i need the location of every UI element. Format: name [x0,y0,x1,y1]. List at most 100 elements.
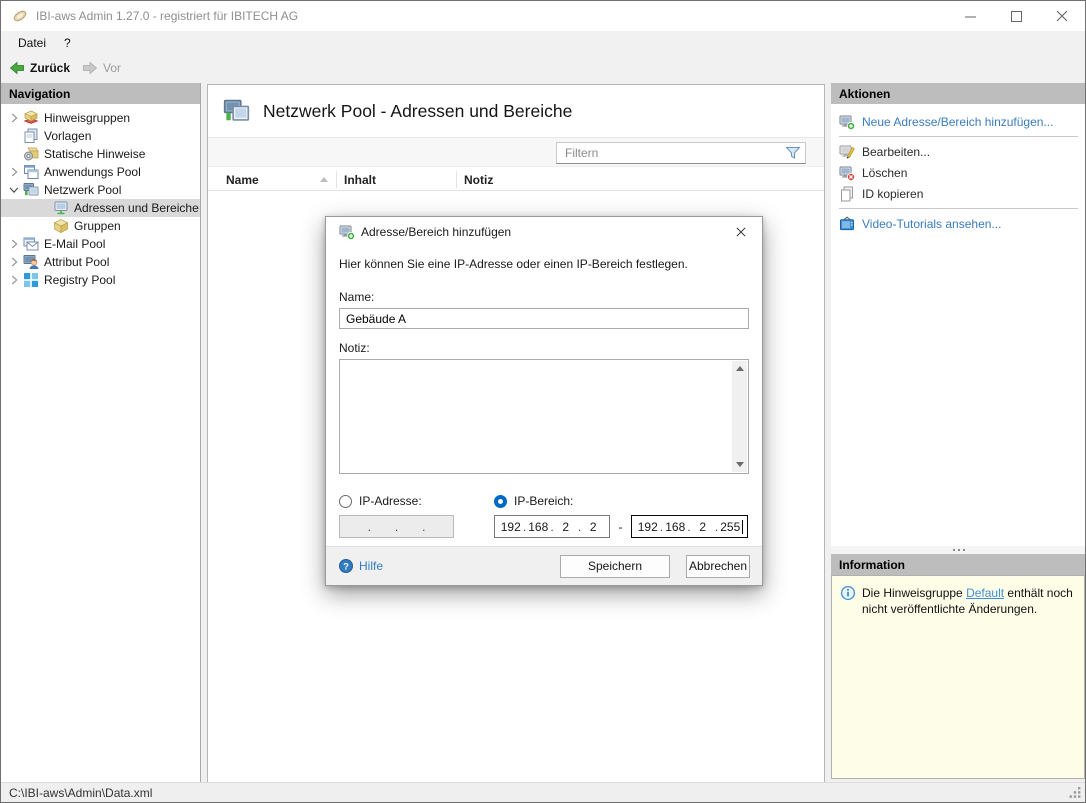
text-caret [742,519,743,534]
resize-grip[interactable] [1069,786,1082,799]
network-pool-icon [23,182,39,198]
nav-item-anwendungs-pool[interactable]: Anwendungs Pool [1,163,200,181]
information-header: Information [831,554,1085,575]
action-add-address[interactable]: Neue Adresse/Bereich hinzufügen... [831,111,1085,132]
window-title: IBI-aws Admin 1.27.0 - registriert für I… [36,9,299,23]
name-label: Name: [339,290,375,304]
ip-address-option[interactable]: IP-Adresse: [339,494,494,508]
nav-item-adressen-und-bereiche[interactable]: Adressen und Bereiche [1,199,200,217]
chevron-right-icon[interactable] [7,273,21,287]
action-delete[interactable]: Löschen [831,162,1085,183]
ip-address-input[interactable]: ... [339,515,454,538]
minimize-button[interactable] [947,1,993,31]
sort-ascending-icon [320,177,328,182]
splitter-dots-icon [952,549,955,551]
back-arrow-icon [9,60,25,76]
back-button[interactable]: Zurück [9,60,70,76]
ip-range-radio[interactable] [494,494,507,508]
monitor-add-icon [339,224,355,240]
close-button[interactable] [1039,1,1085,31]
ip-range-to-input[interactable]: 192. 168. 2. 255 [631,515,748,538]
status-file-path: C:\IBI-aws\Admin\Data.xml [9,785,153,800]
chevron-right-icon[interactable] [7,237,21,251]
name-input[interactable] [339,308,749,329]
nav-item-registry-pool[interactable]: Registry Pool [1,271,200,289]
app-icon [12,8,28,24]
chevron-right-icon[interactable] [7,255,21,269]
chevron-right-icon[interactable] [7,111,21,125]
actions-divider [839,136,1078,137]
menu-help[interactable]: ? [55,31,80,54]
navigation-panel: Navigation Hinweisgruppen Vorlagen Stati… [1,83,201,784]
email-pool-icon [23,236,39,252]
maximize-button[interactable] [993,1,1039,31]
filter-funnel-icon[interactable] [785,145,801,161]
ip-range-from-input[interactable]: 192. 168. 2. 2 [494,515,610,538]
monitor-add-icon [839,114,855,130]
nav-item-email-pool[interactable]: E-Mail Pool [1,235,200,253]
monitor-edit-icon [839,144,855,160]
ip-input-row: ... 192. 168. 2. 2 - 192. 168. 2. 255 [339,515,749,538]
filter-input[interactable] [556,142,806,164]
navigation-header: Navigation [1,83,200,104]
help-link[interactable]: Hilfe [338,558,383,574]
dialog-title: Adresse/Bereich hinzufügen [361,225,512,239]
note-textarea[interactable] [340,360,731,473]
column-header-inhalt[interactable]: Inhalt [337,169,456,190]
forward-arrow-icon [82,60,98,76]
help-icon [338,558,354,574]
nav-item-hinweisgruppen[interactable]: Hinweisgruppen [1,109,200,127]
menu-bar: Datei ? [1,31,1085,54]
forward-button[interactable]: Vor [82,60,121,76]
filter-row [208,137,824,167]
nav-item-statische-hinweise[interactable]: Statische Hinweise [1,145,200,163]
chevron-right-icon[interactable] [7,165,21,179]
panel-splitter[interactable] [831,546,1085,554]
column-header-notiz[interactable]: Notiz [457,169,824,190]
nav-item-gruppen[interactable]: Gruppen [1,217,200,235]
action-copy-id[interactable]: ID kopieren [831,183,1085,204]
action-video-tutorials[interactable]: Video-Tutorials ansehen... [831,213,1085,234]
note-field [339,359,749,474]
scroll-up-icon[interactable] [735,366,744,371]
nav-item-netzwerk-pool[interactable]: Netzwerk Pool [1,181,200,199]
notice-groups-icon [23,110,39,126]
application-pool-icon [23,164,39,180]
ip-option-row: IP-Adresse: IP-Bereich: [339,494,749,508]
ip-address-radio[interactable] [339,494,352,508]
tv-icon [839,216,855,232]
static-notices-icon [23,146,39,162]
dialog-close-button[interactable] [720,217,762,247]
ip-range-option[interactable]: IP-Bereich: [494,494,573,508]
monitor-delete-icon [839,165,855,181]
actions-panel: Neue Adresse/Bereich hinzufügen... Bearb… [831,104,1085,546]
menu-datei[interactable]: Datei [9,31,55,54]
cancel-button[interactable]: Abbrechen [686,554,750,578]
network-pool-icon [223,98,250,125]
note-scrollbar[interactable] [732,361,747,472]
column-header-name[interactable]: Name [226,169,336,190]
dialog-description: Hier können Sie eine IP-Adresse oder ein… [339,257,688,271]
nav-item-vorlagen[interactable]: Vorlagen [1,127,200,145]
app-window: IBI-aws Admin 1.27.0 - registriert für I… [0,0,1086,803]
title-bar: IBI-aws Admin 1.27.0 - registriert für I… [1,1,1085,31]
nav-item-attribut-pool[interactable]: Attribut Pool [1,253,200,271]
default-group-link[interactable]: Default [966,586,1004,600]
close-icon [734,225,748,239]
navigation-tree: Hinweisgruppen Vorlagen Statische Hinwei… [1,104,200,289]
templates-icon [23,128,39,144]
toolbar: Zurück Vor [1,54,1085,81]
status-bar: C:\IBI-aws\Admin\Data.xml [1,782,1085,802]
copy-icon [839,186,855,202]
dialog-body: Hier können Sie eine IP-Adresse oder ein… [326,257,762,538]
save-button[interactable]: Speichern [560,554,670,578]
registry-pool-icon [23,272,39,288]
information-panel: Die Hinweisgruppe Default enthält noch n… [831,575,1085,779]
info-icon [840,585,856,601]
chevron-down-icon[interactable] [7,183,21,197]
groups-icon [53,218,69,234]
information-text: Die Hinweisgruppe Default enthält noch n… [862,586,1073,616]
scroll-down-icon[interactable] [735,462,744,467]
action-edit[interactable]: Bearbeiten... [831,141,1085,162]
table-header: Name Inhalt Notiz [208,169,824,191]
